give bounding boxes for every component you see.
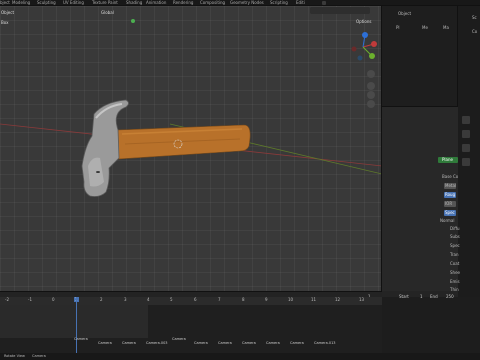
normal-row[interactable]: Normal (440, 217, 454, 224)
status-hint-camera: Camera (32, 354, 46, 358)
3d-viewport[interactable]: Object Box Global Options (0, 6, 382, 291)
frame-tick: 5 (170, 297, 173, 302)
marker-label[interactable]: Camera (266, 341, 280, 345)
properties-tab-icon[interactable] (462, 116, 470, 124)
frame-tick: 0 (52, 297, 55, 302)
frame-tick: 11 (311, 297, 317, 302)
marker-label[interactable]: Camera (172, 337, 186, 341)
base-color-row[interactable]: Base Co (442, 173, 458, 180)
status-hint-rotate: Rotate View (4, 354, 25, 358)
zoom-icon[interactable] (367, 82, 375, 90)
properties-tab-icon[interactable] (462, 158, 470, 166)
emission-panel[interactable]: Emis (450, 278, 460, 285)
properties-editor[interactable]: Plane Base Co Metal Roug IOR Spec Normal… (382, 106, 460, 293)
marker-label[interactable]: Camera.013 (314, 341, 336, 345)
frame-tick: 13 (359, 297, 365, 302)
status-bar: Rotate View Camera (0, 353, 480, 360)
marker-label[interactable]: Camera (74, 337, 88, 341)
options-dropdown[interactable]: Options (356, 19, 371, 24)
coat-panel[interactable]: Coat (450, 260, 459, 267)
frame-tick: -2 (5, 297, 9, 302)
add-workspace-icon[interactable] (322, 1, 326, 5)
specular-slider[interactable]: Spec (444, 210, 456, 216)
hammer-handle (117, 124, 251, 160)
start-frame-field[interactable]: 1 (420, 294, 423, 299)
frame-tick: 12 (335, 297, 341, 302)
timeline-ruler[interactable]: -2 -1 0 1 2 3 4 5 6 7 8 9 10 11 12 13 (0, 297, 382, 305)
marker-label[interactable]: Camera (194, 341, 208, 345)
outliner-item[interactable]: Ma (443, 24, 449, 31)
grid-view-icon[interactable] (367, 100, 375, 108)
viewport-scene (0, 99, 381, 197)
frame-tick: 2 (100, 297, 103, 302)
outliner-item[interactable]: Pl (396, 24, 400, 31)
material-highlight[interactable]: Plane (438, 157, 458, 163)
properties-tab-icon[interactable] (462, 144, 470, 152)
outliner-item[interactable]: Me (422, 24, 428, 31)
properties-tab-icon[interactable] (462, 130, 470, 138)
marker-label[interactable]: Camera (242, 341, 256, 345)
end-frame-field[interactable]: 250 (446, 294, 454, 299)
end-label: End (430, 294, 438, 299)
viewport-header: Object Box Global Options (0, 6, 381, 30)
collection-label: Co (472, 29, 478, 34)
metallic-slider[interactable]: Metal (444, 183, 456, 189)
outliner-object-field[interactable]: Object (398, 10, 411, 17)
roughness-slider[interactable]: Roug (444, 192, 456, 198)
thin-film-panel[interactable]: Thin (450, 286, 459, 293)
frame-tick: 9 (265, 297, 268, 302)
ior-slider[interactable]: IOR (444, 201, 456, 207)
marker-label[interactable]: Camera.003 (146, 341, 168, 345)
marker-label[interactable]: Camera (218, 341, 232, 345)
subsurface-panel[interactable]: Subs (450, 233, 460, 240)
frame-tick: 10 (288, 297, 294, 302)
navigation-gizmo[interactable] (346, 30, 380, 64)
playhead-line[interactable] (76, 297, 77, 353)
transmission-panel[interactable]: Tran (450, 251, 459, 258)
frame-tick: 3 (124, 297, 127, 302)
mode-dropdown[interactable]: Object (1, 10, 14, 15)
camera-view-icon[interactable] (367, 91, 375, 99)
frame-tick: 6 (194, 297, 197, 302)
timeline-range-shade (0, 305, 148, 338)
scene-label: Sc (472, 15, 477, 20)
frame-tick: 7 (218, 297, 221, 302)
specular-panel[interactable]: Spec (450, 242, 460, 249)
snap-icon[interactable] (131, 19, 135, 23)
marker-label[interactable]: Camera (122, 341, 136, 345)
far-right-strip: Sc Co (458, 6, 480, 297)
marker-label[interactable]: Camera (98, 341, 112, 345)
outliner[interactable]: Object Pl Me Ma (382, 6, 458, 106)
marker-label[interactable]: Camera (290, 341, 304, 345)
sheen-panel[interactable]: Shee (450, 269, 460, 276)
frame-tick: 4 (147, 297, 150, 302)
shading-toolbar[interactable] (310, 7, 370, 14)
transform-orientation-dropdown[interactable]: Global (101, 10, 114, 15)
collection-dropdown[interactable]: Box (1, 20, 8, 25)
start-label: Start (399, 294, 409, 299)
frame-tick: 8 (242, 297, 245, 302)
pan-hand-icon[interactable] (367, 70, 375, 78)
diffuse-panel[interactable]: Diffu (450, 225, 459, 232)
frame-tick: -1 (28, 297, 32, 302)
